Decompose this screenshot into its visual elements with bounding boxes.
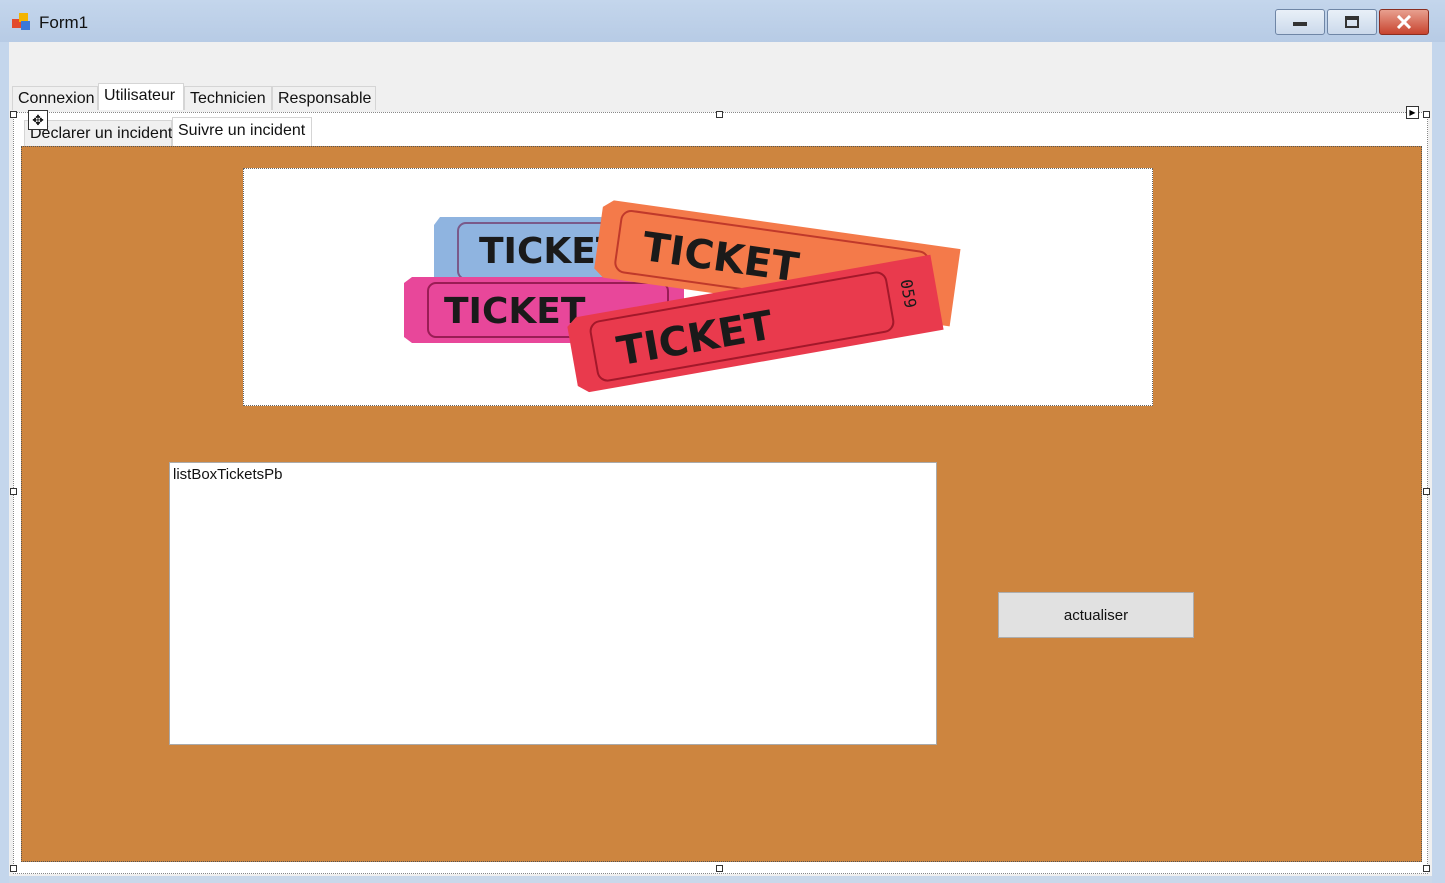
window-border-left xyxy=(0,42,9,883)
resize-handle[interactable] xyxy=(1423,111,1430,118)
tab-utilisateur[interactable]: Utilisateur xyxy=(98,83,184,110)
resize-handle[interactable] xyxy=(716,865,723,872)
actualiser-button[interactable]: actualiser xyxy=(998,592,1194,638)
resize-handle[interactable] xyxy=(10,488,17,495)
utilisateur-tab-page: Déclarer un incident Suivre un incident … xyxy=(13,112,1428,874)
resize-handle[interactable] xyxy=(10,865,17,872)
resize-handle[interactable] xyxy=(1423,488,1430,495)
tickets-listbox[interactable]: listBoxTicketsPb xyxy=(169,462,937,745)
app-icon xyxy=(12,13,32,31)
listbox-item[interactable]: listBoxTicketsPb xyxy=(173,466,282,483)
smart-tag-arrow-icon[interactable]: ▶ xyxy=(1406,106,1419,119)
resize-handle[interactable] xyxy=(1423,865,1430,872)
minimize-button[interactable] xyxy=(1275,9,1325,35)
pink-ticket-text: TICKET xyxy=(444,291,586,332)
restore-icon xyxy=(1345,16,1359,28)
window-title: Form1 xyxy=(39,13,89,32)
close-icon xyxy=(1396,15,1412,29)
incident-tab-strip: Déclarer un incident Suivre un incident xyxy=(24,117,344,146)
move-handle-icon[interactable]: ✥ xyxy=(28,110,48,130)
title-bar: Form1 xyxy=(0,0,1445,42)
resize-handle[interactable] xyxy=(716,111,723,118)
main-tab-strip: Connexion Utilisateur Technicien Respons… xyxy=(12,83,412,110)
window-border-right xyxy=(1432,42,1445,883)
minimize-icon xyxy=(1293,22,1307,26)
resize-handle[interactable] xyxy=(10,111,17,118)
tab-technicien[interactable]: Technicien xyxy=(184,86,272,110)
tab-responsable[interactable]: Responsable xyxy=(272,86,376,110)
form-client-area: Connexion Utilisateur Technicien Respons… xyxy=(9,42,1432,876)
maximize-button[interactable] xyxy=(1327,9,1377,35)
close-button[interactable] xyxy=(1379,9,1429,35)
tickets-picture: TICKET TICKET TICKET 164659 xyxy=(243,168,1153,406)
tab-suivre-incident[interactable]: Suivre un incident xyxy=(172,117,312,146)
suivre-incident-tab-page: TICKET TICKET TICKET 164659 xyxy=(21,146,1422,862)
tickets-image: TICKET TICKET TICKET 164659 xyxy=(404,200,961,393)
tab-connexion[interactable]: Connexion xyxy=(12,86,98,110)
